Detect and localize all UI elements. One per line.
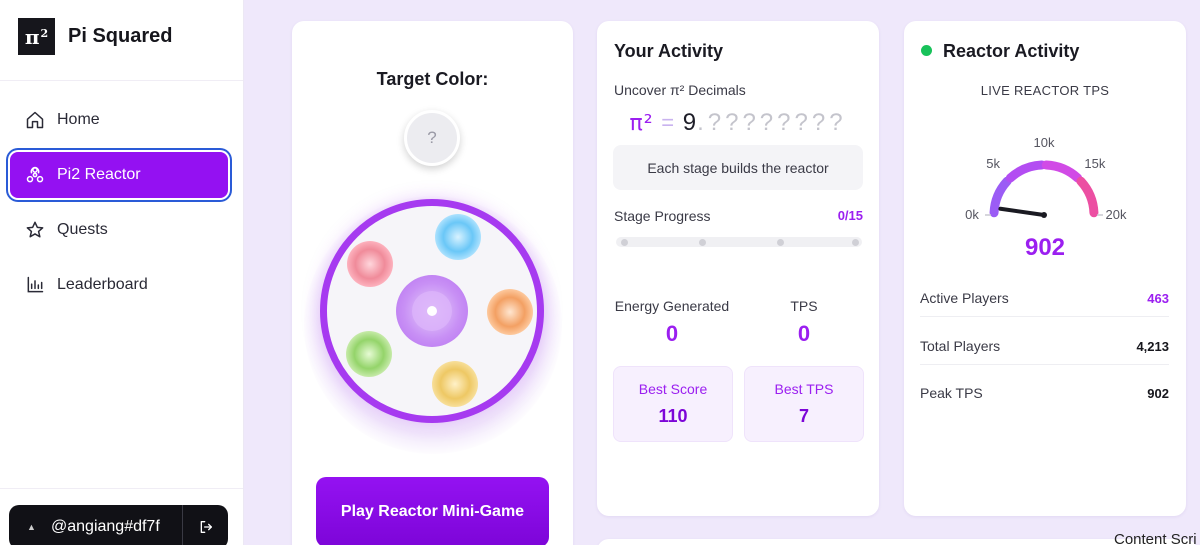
- gauge-segment: [1005, 160, 1047, 183]
- stage-marker: [621, 239, 628, 246]
- star-icon: [25, 220, 45, 240]
- integer-part: 9: [682, 109, 698, 136]
- user-handle: @angiang#df7f: [51, 518, 160, 535]
- play-reactor-minigame-button[interactable]: Play Reactor Mini-Game: [316, 477, 549, 545]
- energy-generated-value: 0: [665, 321, 679, 346]
- pi-squared-decimals: π² = 9.????????: [597, 109, 879, 137]
- yellow-orb[interactable]: [432, 361, 478, 407]
- pi-squared-symbol: π²: [629, 111, 654, 136]
- reactor-tps-value: 902: [1024, 234, 1066, 261]
- metric-value: 4,213: [1136, 338, 1169, 354]
- user-icon: ▲: [27, 522, 36, 532]
- target-unknown-mark: ?: [427, 128, 437, 147]
- gauge-tick-label: 10k: [1034, 135, 1055, 150]
- tps-value: 0: [797, 321, 811, 346]
- live-tps-label: LIVE REACTOR TPS: [980, 83, 1110, 98]
- gauge-tick-label: 0k: [965, 207, 979, 222]
- decimal-point: .: [697, 109, 708, 136]
- sidebar-item-label: Home: [57, 111, 100, 128]
- sidebar-item-label: Pi2 Reactor: [57, 166, 141, 183]
- gauge-tick-label: 5k: [986, 156, 1000, 171]
- sidebar-item-label: Quests: [57, 221, 108, 238]
- stage-marker: [777, 239, 784, 246]
- gauge-segment: [1076, 176, 1099, 218]
- gauge-tick-label: 20k: [1106, 207, 1127, 222]
- sidebar-item-home[interactable]: Home: [10, 97, 228, 143]
- metric-divider: [920, 364, 1169, 365]
- best-tps-box: Best TPS 7: [744, 366, 864, 442]
- metric-label: Peak TPS: [920, 385, 983, 401]
- home-icon: [25, 110, 45, 130]
- reactor-core[interactable]: [396, 275, 468, 347]
- sidebar-divider: [0, 488, 243, 489]
- live-status-dot: [921, 45, 932, 56]
- pi-squared-logo: π2: [18, 18, 55, 55]
- tps-label: TPS: [790, 298, 818, 314]
- target-color-title: Target Color:: [376, 69, 489, 89]
- stage-marker: [852, 239, 859, 246]
- best-tps-value: 7: [798, 406, 809, 426]
- metric-divider: [920, 316, 1169, 317]
- reactor-icon: [25, 165, 45, 185]
- metric-value: 902: [1147, 385, 1169, 401]
- stage-progress-value: 0/15: [837, 208, 863, 223]
- gauge-needle: [998, 206, 1046, 217]
- sidebar: π2 Pi Squared Home Pi2 Reactor Quests Le…: [0, 0, 244, 545]
- metric-value: 463: [1147, 290, 1169, 306]
- metric-label: Active Players: [920, 290, 1009, 306]
- sidebar-divider: [0, 80, 243, 81]
- equals-sign: =: [661, 110, 676, 135]
- logout-button[interactable]: [182, 505, 228, 545]
- logo-exponent: 2: [40, 27, 49, 40]
- orange-orb[interactable]: [487, 289, 533, 335]
- best-score-box: Best Score 110: [613, 366, 733, 442]
- hidden-decimals: ????????: [707, 109, 847, 136]
- activity-title: Your Activity: [614, 41, 724, 61]
- reactor-activity-title: Reactor Activity: [943, 41, 1080, 61]
- target-color-swatch: ?: [404, 110, 460, 166]
- total-players-row: Total Players 4,213: [920, 327, 1169, 365]
- stage-progress-bar: [616, 237, 862, 247]
- metric-label: Total Players: [920, 338, 1001, 354]
- sidebar-item-quests[interactable]: Quests: [10, 207, 228, 253]
- logout-icon: [200, 521, 212, 533]
- energy-generated-label: Energy Generated: [614, 298, 730, 314]
- brand-name: Pi Squared: [68, 25, 173, 47]
- active-players-row: Active Players 463: [920, 279, 1169, 317]
- reactor-core-inner: [412, 291, 452, 331]
- stage-marker: [699, 239, 706, 246]
- sidebar-item-leaderboard[interactable]: Leaderboard: [10, 262, 228, 308]
- brand[interactable]: π2 Pi Squared: [18, 18, 172, 55]
- gauge-segment: [1041, 160, 1083, 183]
- content-card: [597, 539, 1197, 545]
- red-orb[interactable]: [347, 241, 393, 287]
- stage-progress-label: Stage Progress: [614, 208, 711, 224]
- bar-chart-icon: [25, 275, 45, 295]
- sidebar-item-label: Leaderboard: [57, 276, 148, 293]
- best-tps-label: Best TPS: [774, 381, 834, 397]
- reactor-activity-card: Reactor Activity LIVE REACTOR TPS 0k 5k 10…: [904, 21, 1186, 516]
- logo-symbol: π: [24, 24, 40, 49]
- uncover-decimals-label: Uncover π² Decimals: [614, 82, 746, 98]
- best-score-value: 110: [658, 406, 688, 426]
- stage-note: Each stage builds the reactor: [613, 145, 863, 190]
- sidebar-item-pi2-reactor[interactable]: Pi2 Reactor: [10, 152, 228, 198]
- gauge-hub: [1041, 212, 1047, 218]
- green-orb[interactable]: [346, 331, 392, 377]
- your-activity-card: Your Activity Uncover π² Decimals π² = 9…: [597, 21, 879, 516]
- tps-gauge: 0k 5k 10k 15k 20k: [965, 135, 1127, 222]
- peak-tps-row: Peak TPS 902: [920, 374, 1169, 412]
- user-account-pill[interactable]: ▲ @angiang#df7f: [9, 505, 228, 545]
- best-score-label: Best Score: [638, 381, 708, 397]
- reactor-game-card: Target Color: ? Play Reactor Mini-Game: [292, 21, 573, 545]
- reactor-core-dot: [427, 306, 437, 316]
- gauge-tick-label: 15k: [1084, 156, 1105, 171]
- content-scrim-label: Content Scri: [1114, 531, 1197, 545]
- blue-orb[interactable]: [435, 214, 481, 260]
